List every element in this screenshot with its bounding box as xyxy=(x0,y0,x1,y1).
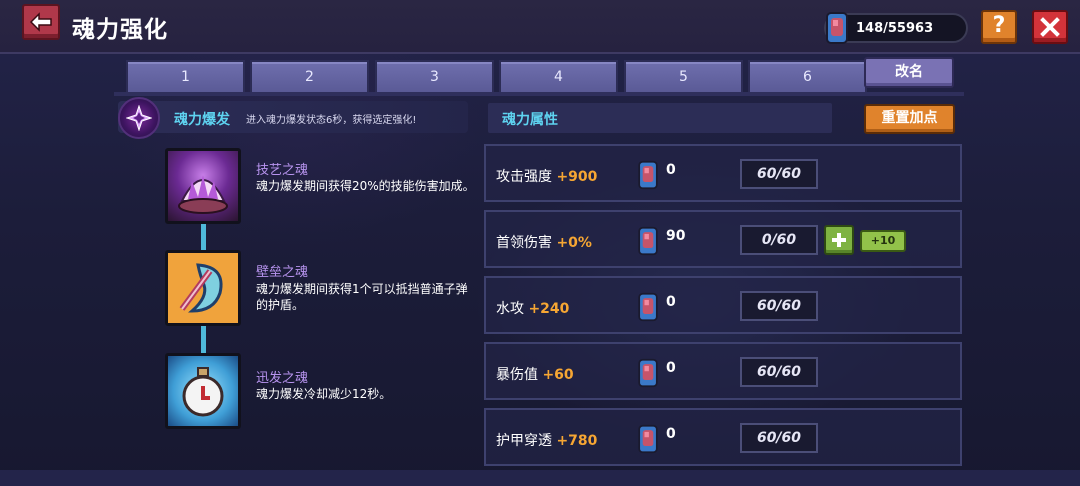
soul-currency-value: 148/55963 xyxy=(856,21,934,36)
soul-gem-icon xyxy=(826,12,848,44)
soul-gem-icon xyxy=(638,358,658,388)
help-button[interactable]: ? xyxy=(981,10,1017,44)
skill-connector-line xyxy=(201,224,206,252)
header-bar: 魂力强化 148/55963 ? xyxy=(0,0,1080,54)
close-button[interactable] xyxy=(1032,10,1068,44)
tab-6[interactable]: 6 xyxy=(748,60,867,92)
skill-description: 魂力爆发期间获得20%的技能伤害加成。 xyxy=(256,179,475,193)
attribute-cost: 0 xyxy=(666,426,676,442)
soul-gem-icon xyxy=(638,160,658,190)
soul-burst-icon xyxy=(118,97,160,139)
attribute-label: 护甲穿透 +780 xyxy=(496,433,598,449)
attribute-bonus: +780 xyxy=(556,433,598,449)
page-title: 魂力强化 xyxy=(72,17,168,43)
tab-3[interactable]: 3 xyxy=(375,60,494,92)
back-button[interactable] xyxy=(22,4,60,40)
attribute-cost: 90 xyxy=(666,228,686,244)
tab-4[interactable]: 4 xyxy=(499,60,618,92)
skill-description: 魂力爆发期间获得1个可以抵挡普通子弹的护盾。 xyxy=(256,282,468,312)
soul-burst-description: 进入魂力爆发状态6秒，获得选定强化! xyxy=(246,115,417,126)
soul-attributes-title: 魂力属性 xyxy=(502,112,558,128)
attribute-progress: 60/60 xyxy=(740,291,818,321)
skill-name: 技艺之魂 xyxy=(256,163,309,178)
back-arrow-icon xyxy=(29,12,52,32)
skill-connector-line xyxy=(201,325,206,355)
attribute-cost: 0 xyxy=(666,162,676,178)
attribute-bonus: +900 xyxy=(556,169,598,185)
attribute-row-attack: 攻击强度 +900 0 60/60 xyxy=(484,144,962,202)
close-icon xyxy=(1040,17,1060,37)
attribute-label: 攻击强度 +900 xyxy=(496,169,598,185)
skill-description: 魂力爆发冷却减少12秒。 xyxy=(256,387,392,401)
skill-name: 壁垒之魂 xyxy=(256,265,309,280)
tab-2[interactable]: 2 xyxy=(250,60,369,92)
attribute-label: 暴伤值 +60 xyxy=(496,367,574,383)
attribute-bonus: +60 xyxy=(542,367,574,383)
plus-icon xyxy=(832,233,846,247)
soul-burst-title: 魂力爆发 xyxy=(174,112,230,128)
add-ten-points-button[interactable]: +10 xyxy=(860,230,906,252)
bottom-strip xyxy=(0,470,1080,486)
attribute-bonus: +0% xyxy=(556,235,592,251)
skill-name: 迅发之魂 xyxy=(256,371,309,386)
soul-gem-icon xyxy=(638,226,658,256)
tab-1[interactable]: 1 xyxy=(126,60,245,92)
attribute-row-armor-pierce: 护甲穿透 +780 0 60/60 xyxy=(484,408,962,466)
attribute-bonus: +240 xyxy=(528,301,570,317)
tab-underline xyxy=(114,92,964,96)
attribute-row-crit-damage: 暴伤值 +60 0 60/60 xyxy=(484,342,962,400)
attribute-progress: 60/60 xyxy=(740,159,818,189)
skill-swift-soul-icon[interactable] xyxy=(165,353,241,429)
tab-5[interactable]: 5 xyxy=(624,60,743,92)
attribute-progress: 0/60 xyxy=(740,225,818,255)
soul-currency-display: 148/55963 xyxy=(824,12,968,44)
add-point-button[interactable] xyxy=(824,225,854,255)
soul-gem-icon xyxy=(638,292,658,322)
skill-craft-soul-icon[interactable] xyxy=(165,148,241,224)
help-icon: ? xyxy=(992,13,1006,38)
reset-points-button[interactable]: 重置加点 xyxy=(864,104,955,134)
skill-bulwark-soul-icon[interactable] xyxy=(165,250,241,326)
attribute-row-boss-damage: 首领伤害 +0% 90 0/60 +10 xyxy=(484,210,962,268)
attribute-progress: 60/60 xyxy=(740,423,818,453)
attribute-cost: 0 xyxy=(666,294,676,310)
attribute-label: 首领伤害 +0% xyxy=(496,235,592,251)
attribute-cost: 0 xyxy=(666,360,676,376)
rename-button[interactable]: 改名 xyxy=(864,57,954,88)
attribute-row-water-attack: 水攻 +240 0 60/60 xyxy=(484,276,962,334)
attribute-label: 水攻 +240 xyxy=(496,301,570,317)
soul-gem-icon xyxy=(638,424,658,454)
attribute-progress: 60/60 xyxy=(740,357,818,387)
